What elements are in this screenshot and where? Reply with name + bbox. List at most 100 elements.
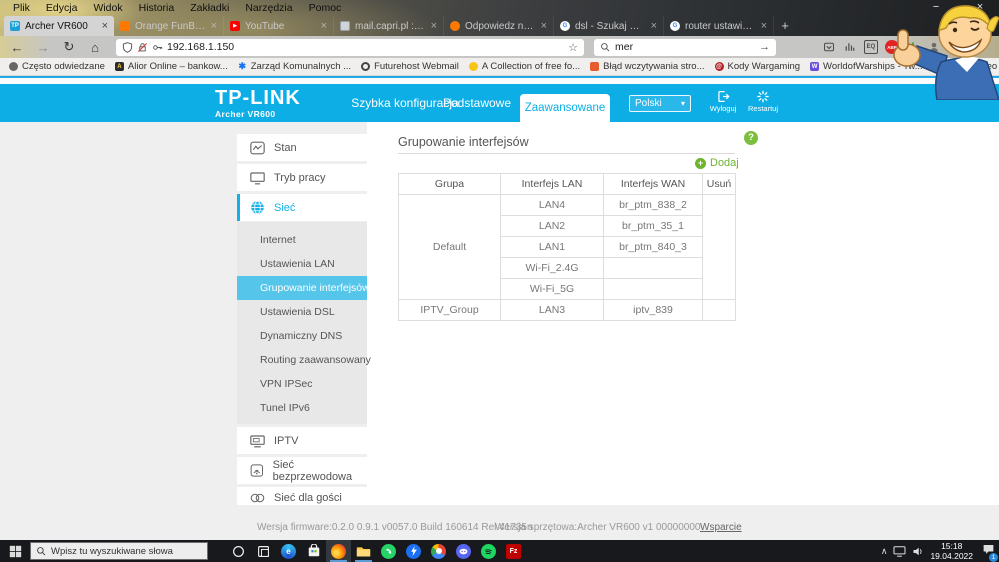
tab-orange-funbox[interactable]: Orange FunBox 2.0 × (114, 16, 224, 36)
sidebar-item-stan[interactable]: Stan (237, 134, 367, 161)
new-tab-button[interactable]: + (774, 16, 796, 36)
firefox-taskbar-icon[interactable] (326, 540, 351, 562)
url-text[interactable]: 192.168.1.150 (167, 41, 564, 53)
help-button[interactable]: ? (744, 131, 758, 145)
address-bar[interactable]: 192.168.1.150 ☆ (116, 39, 584, 56)
search-input[interactable] (615, 41, 754, 53)
bookmark-label: Zarząd Komunalnych ... (251, 61, 351, 72)
sidebar-item-iptv[interactable]: IPTV (237, 427, 367, 454)
logout-button[interactable]: Wyloguj (704, 90, 742, 113)
bookmark-free-fonts[interactable]: A Collection of free fo... (464, 61, 585, 72)
key-icon[interactable] (152, 42, 163, 53)
sidebar-item-tryb-pracy[interactable]: Tryb pracy (237, 164, 367, 191)
submenu-routing-zaawansowany[interactable]: Routing zaawansowany (237, 348, 367, 372)
close-tab-icon[interactable]: × (102, 20, 108, 32)
home-button[interactable]: ⌂ (82, 40, 108, 55)
bookmark-alior[interactable]: AAlior Online – bankow... (110, 61, 233, 72)
bookmark-prime-video[interactable]: ▶Prime Video (928, 61, 999, 72)
submenu-ustawienia-lan[interactable]: Ustawienia LAN (237, 252, 367, 276)
reload-button[interactable]: ↻ (56, 39, 82, 55)
menu-edycja[interactable]: Edycja (39, 1, 85, 15)
submenu-dynamiczny-dns[interactable]: Dynamiczny DNS (237, 324, 367, 348)
bookmark-label: Kody Wargaming (728, 61, 801, 72)
file-explorer-taskbar-icon[interactable] (351, 540, 376, 562)
edge-taskbar-icon[interactable]: e (276, 540, 301, 562)
filezilla-taskbar-icon[interactable]: Fz (501, 540, 526, 562)
bookmark-zarzad[interactable]: ✱Zarząd Komunalnych ... (233, 61, 356, 72)
hamburger-menu-icon[interactable]: ≡ (969, 40, 983, 54)
delete-cell (703, 195, 736, 300)
tray-expand-chevron[interactable]: ∧ (881, 546, 888, 557)
insecure-lock-icon[interactable] (137, 42, 148, 53)
chrome-taskbar-icon[interactable] (426, 540, 451, 562)
submenu-tunel-ipv6[interactable]: Tunel IPv6 (237, 396, 367, 420)
tracking-shield-icon[interactable] (122, 42, 133, 53)
menu-historia[interactable]: Historia (132, 1, 182, 15)
close-tab-icon[interactable]: × (761, 20, 767, 32)
taskbar-search-box[interactable]: Wpisz tu wyszukiwane słowa (30, 542, 208, 560)
tab-archer-vr600[interactable]: TP Archer VR600 × (4, 16, 114, 36)
submenu-vpn-ipsec[interactable]: VPN IPSec (237, 372, 367, 396)
close-tab-icon[interactable]: × (651, 20, 657, 32)
bookmark-blad-wczytywania[interactable]: Błąd wczytywania stro... (585, 61, 709, 72)
reader-lines-icon[interactable] (843, 40, 857, 54)
bookmark-czesto-odwiedzane[interactable]: Często odwiedzane (4, 61, 110, 72)
title-divider (398, 153, 735, 154)
submenu-ustawienia-dsl[interactable]: Ustawienia DSL (237, 300, 367, 324)
menu-pomoc[interactable]: Pomoc (302, 1, 349, 15)
taskbar-clock[interactable]: 15:18 19.04.2022 (930, 541, 973, 561)
eq-extension-icon[interactable]: EQ (864, 40, 878, 54)
tab-mail-capri[interactable]: mail.capri.pl :: Odebrane × (334, 16, 444, 36)
blue-lightning-app-icon[interactable] (401, 540, 426, 562)
tab-dsl-szukaj[interactable]: G dsl - Szukaj w Google × (554, 16, 664, 36)
store-taskbar-icon[interactable] (301, 540, 326, 562)
menu-plik[interactable]: Plik (6, 1, 37, 15)
close-tab-icon[interactable]: × (431, 20, 437, 32)
sidebar-item-siec-dla-gosci[interactable]: Sieć dla gości (237, 487, 367, 505)
adblock-plus-icon[interactable]: ABP (885, 40, 899, 54)
account-avatar-icon[interactable] (927, 40, 941, 54)
cortana-button[interactable] (226, 540, 251, 562)
avast-extension-icon[interactable] (948, 40, 962, 54)
bookmark-kody-wargaming[interactable]: @Kody Wargaming (710, 61, 806, 72)
search-bar[interactable]: → (594, 39, 776, 56)
task-view-button[interactable] (251, 540, 276, 562)
submenu-internet[interactable]: Internet (237, 228, 367, 252)
tab-youtube[interactable]: ▶ YouTube × (224, 16, 334, 36)
hardware-version: Wersja sprzętowa:Archer VR600 v1 0000000… (495, 522, 700, 533)
spotify-taskbar-icon[interactable] (476, 540, 501, 562)
pocket-icon[interactable] (822, 40, 836, 54)
tab-odpowiedz[interactable]: Odpowiedz na wiadomość - N... × (444, 16, 554, 36)
nav-zaawansowane-active[interactable]: Zaawansowane (520, 94, 610, 122)
search-go-icon[interactable]: → (759, 41, 770, 53)
sidebar-item-siec[interactable]: Sieć (237, 194, 367, 221)
close-tab-icon[interactable]: × (541, 20, 547, 32)
back-button[interactable]: ← (4, 40, 30, 55)
submenu-grupowanie-interfejsow[interactable]: Grupowanie interfejsów (237, 276, 367, 300)
language-select[interactable]: Polski ▾ (629, 95, 691, 112)
close-tab-icon[interactable]: × (321, 20, 327, 32)
discord-taskbar-icon[interactable] (451, 540, 476, 562)
close-tab-icon[interactable]: × (211, 20, 217, 32)
tab-router-ustawienia[interactable]: G router ustawienia mer - Szukaj... × (664, 16, 774, 36)
bookmark-futurehost[interactable]: Futurehost Webmail (356, 61, 464, 72)
download-manager-icon[interactable] (906, 40, 920, 54)
add-button[interactable]: + Dodaj (695, 157, 739, 169)
restart-button[interactable]: Restartuj (742, 90, 784, 113)
menu-widok[interactable]: Widok (86, 1, 129, 15)
whatsapp-taskbar-icon[interactable] (376, 540, 401, 562)
nav-podstawowe[interactable]: Podstawowe (442, 84, 512, 122)
start-button[interactable] (0, 540, 30, 562)
notification-center-button[interactable]: 1 (982, 542, 995, 560)
menu-zakladki[interactable]: Zakładki (183, 1, 236, 15)
bookmark-worldofwarships[interactable]: WWorldofWarships - Tw... (805, 61, 928, 72)
sidebar-item-siec-bezprzewodowa[interactable]: Sieć bezprzewodowa (237, 457, 367, 484)
network-icon[interactable] (893, 546, 906, 557)
forward-button[interactable]: → (30, 40, 56, 55)
minimize-window-button[interactable]: − (922, 1, 950, 15)
menu-narzedzia[interactable]: Narzędzia (238, 1, 299, 15)
speaker-icon[interactable] (912, 546, 924, 557)
support-link[interactable]: Wsparcie (700, 522, 742, 533)
bookmark-star-icon[interactable]: ☆ (568, 41, 578, 54)
close-window-button[interactable]: × (966, 1, 994, 15)
